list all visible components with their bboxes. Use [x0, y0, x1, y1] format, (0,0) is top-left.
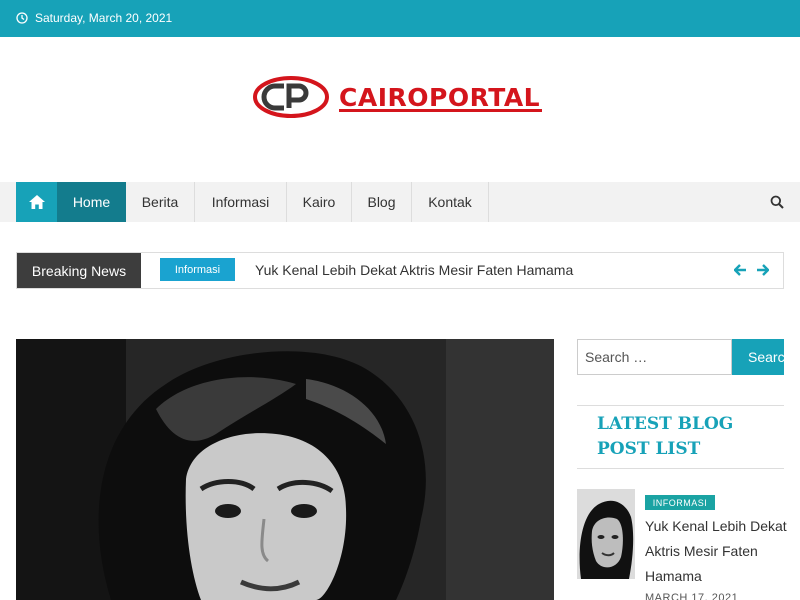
- nav-item-berita[interactable]: Berita: [126, 182, 195, 222]
- logo-text: CAIROPORTAL: [339, 82, 541, 112]
- breaking-headline-link[interactable]: Yuk Kenal Lebih Dekat Aktris Mesir Faten…: [255, 262, 573, 278]
- post-date: MARCH 17, 2021: [645, 592, 739, 600]
- ticker-prev-button[interactable]: [732, 262, 748, 278]
- home-icon: [28, 195, 45, 209]
- ticker-next-button[interactable]: [754, 262, 770, 278]
- breaking-category-badge[interactable]: Informasi: [160, 258, 235, 281]
- nav-item-home[interactable]: Home: [57, 182, 126, 222]
- post-title-link[interactable]: Yuk Kenal Lebih Dekat Aktris Mesir Faten…: [645, 514, 790, 589]
- post-thumbnail[interactable]: [577, 489, 635, 579]
- top-bar: Saturday, March 20, 2021: [0, 0, 800, 37]
- sidebar-search-button[interactable]: Search: [732, 339, 784, 375]
- arrow-left-icon: [733, 264, 746, 276]
- nav-item-informasi[interactable]: Informasi: [195, 182, 287, 222]
- featured-article-image[interactable]: [16, 339, 554, 600]
- date-display: Saturday, March 20, 2021: [16, 11, 172, 25]
- logo-emblem-icon: [253, 76, 329, 118]
- nav-home-icon-button[interactable]: [16, 182, 57, 222]
- current-date: Saturday, March 20, 2021: [35, 11, 173, 25]
- post-category-badge[interactable]: INFORMASI: [645, 495, 715, 510]
- widget-title: LATEST BLOG POST LIST: [597, 414, 734, 459]
- nav-item-kontak[interactable]: Kontak: [412, 182, 489, 222]
- breaking-news-label: Breaking News: [17, 253, 141, 288]
- arrow-right-icon: [756, 264, 769, 276]
- latest-posts-widget-header: LATEST BLOG POST LIST: [577, 405, 784, 469]
- search-icon[interactable]: [770, 195, 784, 209]
- breaking-news-ticker: Breaking News Informasi Yuk Kenal Lebih …: [16, 252, 784, 289]
- logo-underline: [339, 109, 542, 112]
- post-thumbnail-photo: [577, 489, 635, 579]
- portrait-photo: [16, 339, 554, 600]
- nav-item-blog[interactable]: Blog: [352, 182, 412, 222]
- sidebar-search-input[interactable]: [577, 339, 732, 375]
- site-logo[interactable]: CAIROPORTAL: [253, 75, 545, 119]
- clock-icon: [16, 12, 28, 24]
- nav-item-kairo[interactable]: Kairo: [287, 182, 352, 222]
- main-nav: Home Berita Informasi Kairo Blog Kontak: [0, 182, 800, 222]
